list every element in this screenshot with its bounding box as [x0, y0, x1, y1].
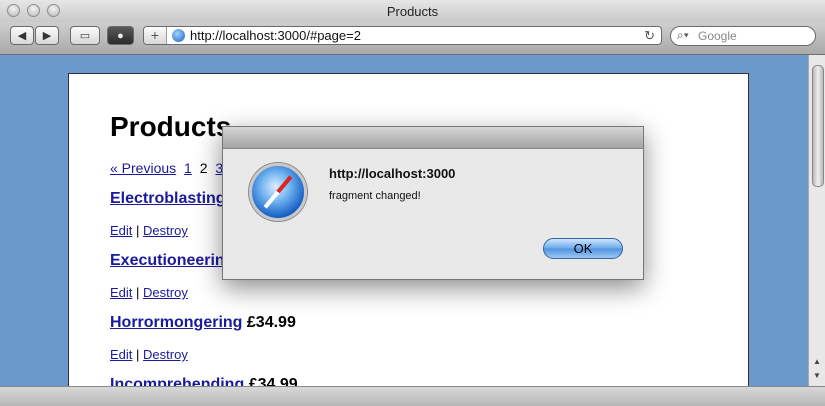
product-actions: Edit | Destroy — [110, 347, 188, 362]
edit-link[interactable]: Edit — [110, 347, 132, 362]
vertical-scrollbar[interactable]: ▲ ▼ — [808, 55, 825, 386]
product-link[interactable]: Horrormongering — [110, 314, 242, 331]
scroll-up-icon[interactable]: ▲ — [813, 357, 821, 366]
site-globe-icon — [172, 29, 185, 42]
reload-icon[interactable]: ↻ — [644, 27, 655, 44]
dialog-message: fragment changed! — [329, 190, 421, 202]
dialog-host: http://localhost:3000 — [329, 166, 456, 181]
product-link[interactable]: Executioneering — [110, 252, 234, 269]
url-text[interactable]: http://localhost:3000/#page=2 — [190, 28, 361, 44]
product-item: Horrormongering £34.99 — [110, 314, 296, 332]
destroy-link[interactable]: Destroy — [143, 285, 188, 300]
search-field[interactable]: ⌕▾ Google — [670, 26, 816, 46]
destroy-link[interactable]: Destroy — [143, 223, 188, 238]
evernote-icon: ● — [117, 29, 124, 42]
back-arrow-icon: ◀ — [17, 30, 27, 42]
scroll-thumb[interactable] — [812, 65, 824, 187]
back-button[interactable]: ◀ — [10, 26, 34, 45]
edit-link[interactable]: Edit — [110, 285, 132, 300]
bookmarks-icon: ▭ — [79, 30, 91, 42]
page-link-1[interactable]: 1 — [184, 160, 192, 176]
previous-link[interactable]: « Previous — [110, 160, 176, 176]
product-price: £34.99 — [246, 314, 296, 331]
product-actions: Edit | Destroy — [110, 223, 188, 238]
product-item: Executioneering — [110, 252, 234, 270]
pagination: « Previous 1 2 3 — [110, 160, 227, 176]
separator: | — [136, 347, 140, 362]
separator: | — [136, 285, 140, 300]
search-icon: ⌕▾ — [677, 28, 689, 42]
product-link[interactable]: Electroblasting — [110, 190, 226, 207]
search-placeholder: Google — [698, 29, 737, 43]
product-actions: Edit | Destroy — [110, 285, 188, 300]
window-title: Products — [386, 4, 439, 19]
separator: | — [136, 223, 140, 238]
forward-arrow-icon: ▶ — [42, 30, 52, 42]
product-link[interactable]: Incomprehending — [110, 376, 244, 386]
dialog-title-bar — [223, 127, 643, 149]
status-bar — [0, 386, 825, 406]
destroy-link[interactable]: Destroy — [143, 347, 188, 362]
forward-button[interactable]: ▶ — [35, 26, 59, 45]
product-item: Electroblasting — [110, 190, 226, 208]
safari-compass-icon — [249, 163, 307, 221]
evernote-button[interactable]: ● — [107, 26, 134, 45]
alert-dialog: http://localhost:3000 fragment changed! … — [222, 126, 644, 280]
ok-button[interactable]: OK — [543, 238, 623, 259]
scroll-down-icon[interactable]: ▼ — [813, 371, 821, 380]
bookmarks-button[interactable]: ▭ — [70, 26, 100, 45]
title-bar: Products — [0, 0, 825, 23]
product-item: Incomprehending £34.99 — [110, 376, 298, 386]
page-title: Products — [110, 111, 232, 142]
browser-toolbar: ◀ ▶ ▭ ● + http://localhost:3000/#page=2 … — [0, 22, 825, 55]
address-bar[interactable]: + http://localhost:3000/#page=2 ↻ — [143, 26, 662, 45]
edit-link[interactable]: Edit — [110, 223, 132, 238]
product-price: £34.99 — [248, 376, 298, 386]
add-bookmark-button[interactable]: + — [144, 27, 167, 44]
current-page: 2 — [199, 160, 208, 176]
